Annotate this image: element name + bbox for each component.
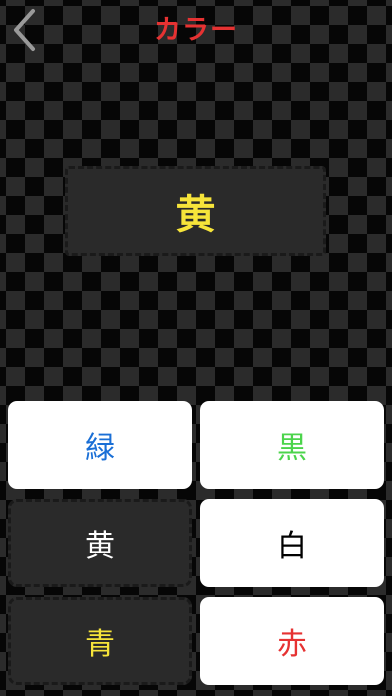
checkerboard-background <box>0 0 392 696</box>
answer-button-5[interactable]: 青 <box>8 597 192 685</box>
answer-label: 緑 <box>85 431 115 466</box>
answer-button-3[interactable]: 黄 <box>8 499 192 587</box>
answer-label: 黄 <box>85 529 115 564</box>
answer-button-1[interactable]: 緑 <box>8 401 192 489</box>
header-bar: カラー <box>0 0 392 56</box>
answer-label: 赤 <box>277 627 307 662</box>
question-panel: 黄 <box>65 166 326 256</box>
answer-button-6[interactable]: 赤 <box>200 597 384 685</box>
question-word: 黄 <box>175 192 216 238</box>
answer-label: 黒 <box>277 431 307 466</box>
page-title: カラー <box>154 15 238 46</box>
answer-label: 白 <box>277 529 307 564</box>
answer-button-4[interactable]: 白 <box>200 499 384 587</box>
answer-label: 青 <box>85 627 115 662</box>
answer-button-2[interactable]: 黒 <box>200 401 384 489</box>
